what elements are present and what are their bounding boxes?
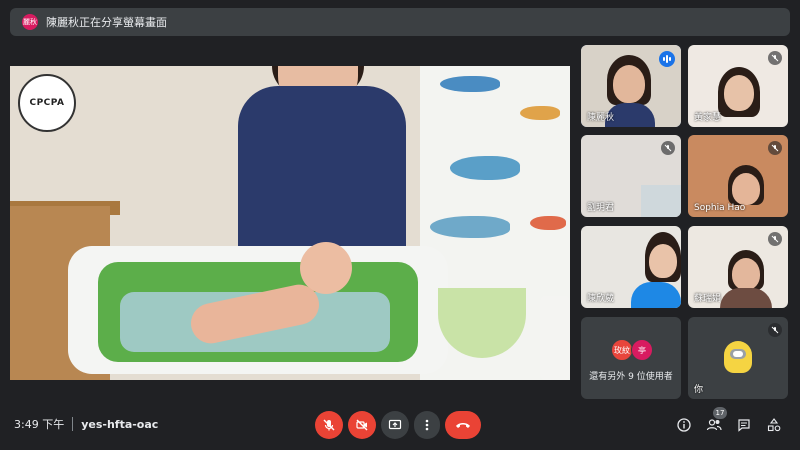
self-name: 你 — [694, 385, 704, 395]
mic-off-icon — [323, 419, 335, 431]
logo-text: CPCPA — [29, 98, 65, 108]
participant-name: 陳欣葳 — [587, 294, 615, 304]
meeting-code[interactable]: yes-hfta-oac — [81, 418, 158, 431]
self-tile[interactable]: 你 — [688, 317, 788, 399]
present-screen-icon — [388, 419, 402, 430]
camera-off-icon — [356, 419, 368, 431]
avatar-eye — [733, 351, 743, 357]
hang-up-icon — [456, 423, 470, 428]
participant-tile[interactable]: 陳麗秋 — [581, 45, 681, 127]
participant-avatar: 玫紋 — [611, 339, 633, 361]
participant-face — [732, 258, 760, 290]
presenter-body — [238, 86, 406, 256]
info-icon — [677, 418, 691, 432]
mic-toggle-button[interactable] — [315, 411, 343, 439]
participant-tile[interactable]: 蘇瑞娟 — [688, 226, 788, 308]
participant-body — [631, 282, 681, 308]
speaking-indicator-icon — [659, 51, 675, 67]
more-options-button[interactable] — [414, 411, 440, 439]
participant-tile[interactable]: 陳欣葳 — [581, 226, 681, 308]
present-button[interactable] — [381, 411, 409, 439]
meeting-time: 3:49 下午 — [14, 418, 65, 431]
more-vertical-icon — [425, 419, 429, 431]
others-avatars: 玫紋 亭 — [611, 339, 653, 361]
participant-tile[interactable]: 劉玥君 — [581, 135, 681, 217]
chat-button[interactable] — [734, 415, 754, 435]
mic-off-icon — [768, 51, 782, 65]
participant-avatar: 亭 — [631, 339, 653, 361]
window-background — [641, 185, 681, 217]
mic-off-icon — [768, 232, 782, 246]
participant-name: 劉玥君 — [587, 203, 615, 213]
fish-pattern — [530, 216, 566, 230]
participant-name: 陳麗秋 — [587, 113, 615, 123]
mic-off-icon — [661, 141, 675, 155]
divider — [72, 417, 74, 431]
meeting-details: 3:49 下午 yes-hfta-oac — [14, 416, 158, 432]
participant-face — [732, 173, 760, 205]
leave-call-button[interactable] — [445, 411, 481, 439]
participant-face — [613, 65, 645, 103]
chat-icon — [738, 419, 750, 432]
presenting-text: 陳麗秋正在分享螢幕畫面 — [46, 16, 167, 29]
participant-name: 蘇瑞娟 — [694, 294, 722, 304]
participant-face — [724, 75, 754, 111]
others-count-label: 還有另外 9 位使用者 — [589, 372, 673, 382]
others-tile[interactable]: 玫紋 亭 還有另外 9 位使用者 — [581, 317, 681, 399]
fish-pattern — [450, 156, 520, 180]
meeting-details-button[interactable] — [674, 415, 694, 435]
bottle — [540, 296, 570, 380]
cpcpa-logo: CPCPA — [18, 74, 76, 132]
participant-tile[interactable]: Sophia Hao — [688, 135, 788, 217]
presenter-avatar: 麗秋 — [22, 14, 38, 30]
mic-off-icon — [768, 141, 782, 155]
fish-pattern — [440, 76, 500, 92]
participant-name: 黃家慧 — [694, 113, 722, 123]
fish-pattern — [430, 216, 510, 238]
activities-button[interactable] — [764, 415, 784, 435]
participant-name: Sophia Hao — [694, 203, 746, 213]
people-button[interactable] — [704, 415, 724, 435]
self-avatar — [724, 341, 752, 373]
participant-tile[interactable]: 黃家慧 — [688, 45, 788, 127]
people-icon — [706, 419, 722, 431]
activities-icon — [767, 418, 781, 432]
camera-toggle-button[interactable] — [348, 411, 376, 439]
shared-screen: CPCPA — [10, 66, 570, 380]
fish-pattern — [520, 106, 560, 120]
presenting-banner: 麗秋 陳麗秋正在分享螢幕畫面 — [10, 8, 790, 36]
participant-face — [649, 244, 677, 278]
mic-off-icon — [768, 323, 782, 337]
